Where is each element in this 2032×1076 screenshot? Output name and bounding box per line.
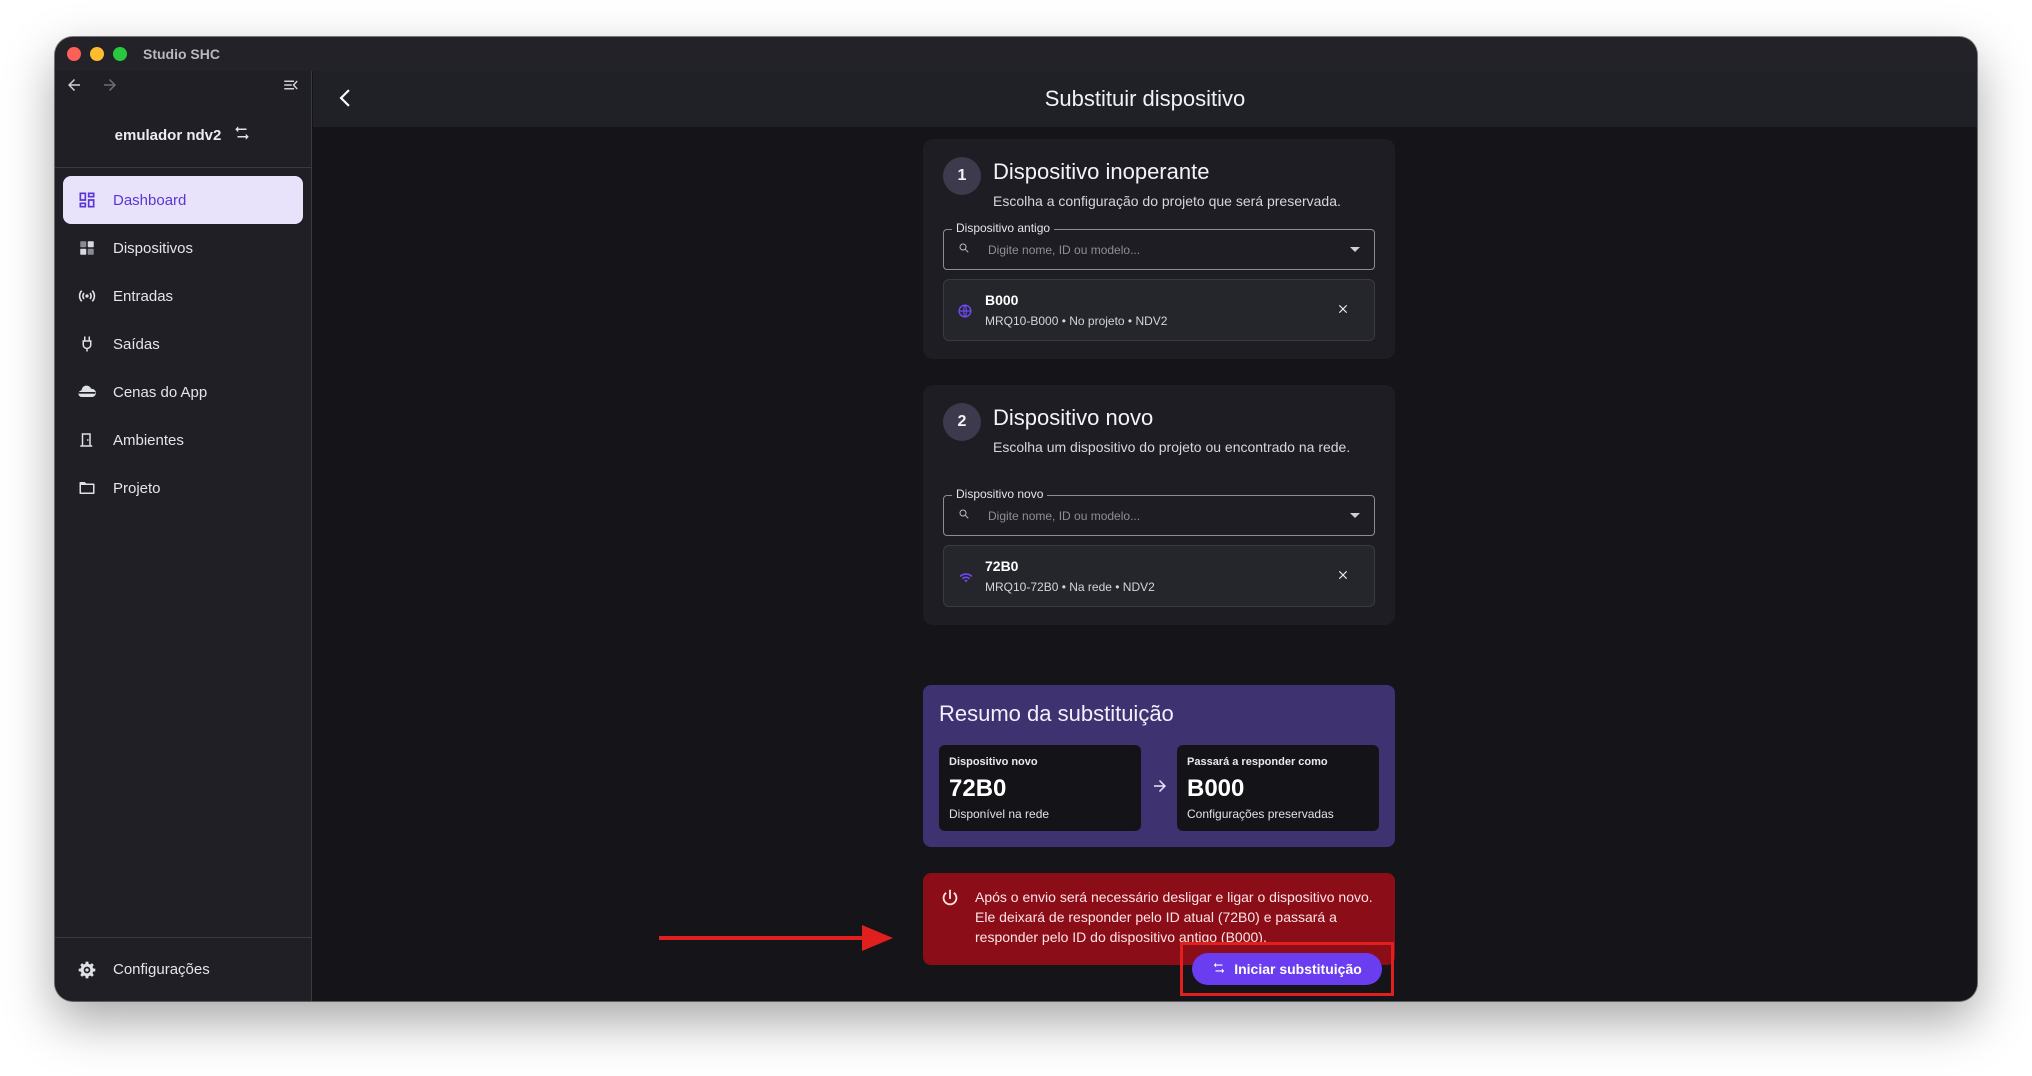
sidebar: emulador ndv2 Dashboard Dispositivos Ent… bbox=[55, 71, 312, 1001]
new-device-card: 2 Dispositivo novo Escolha um dispositiv… bbox=[923, 385, 1395, 625]
forward-arrow-icon[interactable] bbox=[101, 76, 119, 100]
search-icon bbox=[958, 508, 976, 523]
page-header: Substituir dispositivo bbox=[313, 71, 1977, 127]
button-label: Iniciar substituição bbox=[1234, 961, 1362, 977]
dropdown-caret-icon[interactable] bbox=[1350, 513, 1360, 518]
device-name: B000 bbox=[985, 292, 1019, 308]
step-number-badge: 1 bbox=[943, 157, 981, 195]
new-device-search-field[interactable]: Dispositivo novo Digite nome, ID ou mode… bbox=[943, 487, 1375, 536]
sidebar-item-label: Dashboard bbox=[113, 191, 187, 209]
card-subtitle: Escolha um dispositivo do projeto ou enc… bbox=[993, 439, 1351, 455]
power-icon bbox=[939, 887, 961, 914]
sidebar-item-dashboard[interactable]: Dashboard bbox=[63, 176, 303, 224]
project-name: emulador ndv2 bbox=[114, 127, 222, 144]
app-window: Studio SHC emulador ndv2 Dashboard Dispo… bbox=[55, 37, 1977, 1001]
dropdown-caret-icon[interactable] bbox=[1350, 247, 1360, 252]
power-plug-icon bbox=[77, 334, 97, 354]
dashboard-icon bbox=[77, 190, 97, 210]
sidebar-item-label: Cenas do App bbox=[113, 383, 208, 401]
sidebar-item-ambientes[interactable]: Ambientes bbox=[63, 416, 303, 464]
device-meta: MRQ10-B000 • No projeto • NDV2 bbox=[985, 314, 1168, 328]
sidebar-item-label: Entradas bbox=[113, 287, 174, 305]
search-placeholder: Digite nome, ID ou modelo... bbox=[988, 242, 1141, 257]
collapse-sidebar-icon[interactable] bbox=[281, 76, 301, 99]
swap-icon bbox=[1212, 961, 1226, 978]
summary-new-device: Dispositivo novo 72B0 Disponível na rede bbox=[939, 745, 1141, 831]
sidebar-menu: Dashboard Dispositivos Entradas Saídas C… bbox=[55, 168, 311, 512]
sidebar-item-label: Saídas bbox=[113, 335, 160, 353]
device-name: 72B0 bbox=[985, 558, 1019, 574]
start-replacement-button[interactable]: Iniciar substituição bbox=[1192, 953, 1382, 985]
summary-note: Configurações preservadas bbox=[1187, 807, 1334, 821]
search-icon bbox=[958, 242, 976, 257]
device-meta: MRQ10-72B0 • Na rede • NDV2 bbox=[985, 580, 1155, 594]
selected-new-device: 72B0 MRQ10-72B0 • Na rede • NDV2 bbox=[943, 545, 1375, 607]
page-title: Substituir dispositivo bbox=[1044, 86, 1246, 111]
maximize-window-button[interactable] bbox=[113, 47, 127, 61]
clear-selection-button[interactable] bbox=[1336, 566, 1350, 587]
network-device-icon bbox=[958, 570, 973, 584]
window-controls bbox=[67, 47, 127, 61]
sidebar-item-dispositivos[interactable]: Dispositivos bbox=[63, 224, 303, 272]
app-title: Studio SHC bbox=[143, 46, 220, 62]
sidebar-item-label: Ambientes bbox=[113, 431, 184, 449]
selected-old-device: B000 MRQ10-B000 • No projeto • NDV2 bbox=[943, 279, 1375, 341]
old-device-search-field[interactable]: Dispositivo antigo Digite nome, ID ou mo… bbox=[943, 221, 1375, 270]
gear-icon bbox=[77, 960, 97, 980]
sidebar-item-cenas-do-app[interactable]: Cenas do App bbox=[63, 368, 303, 416]
step-number-badge: 2 bbox=[943, 403, 981, 441]
sidebar-item-label: Configurações bbox=[113, 961, 210, 978]
sidebar-nav-bar bbox=[55, 71, 311, 104]
field-label: Dispositivo antigo bbox=[952, 221, 1055, 235]
main-content: Substituir dispositivo 1 Dispositivo ino… bbox=[313, 71, 1977, 1001]
summary-title: Resumo da substituição bbox=[939, 701, 1174, 726]
devices-icon bbox=[77, 238, 97, 258]
clear-selection-button[interactable] bbox=[1336, 300, 1350, 321]
summary-respond-as: Passará a responder como B000 Configuraç… bbox=[1177, 745, 1379, 831]
summary-label: Passará a responder como bbox=[1187, 756, 1328, 768]
warning-text: Após o envio será necessário desligar e … bbox=[975, 889, 1373, 945]
summary-label: Dispositivo novo bbox=[949, 756, 1038, 768]
project-switcher[interactable]: emulador ndv2 bbox=[55, 104, 311, 168]
card-title: Dispositivo inoperante bbox=[993, 159, 1210, 184]
close-window-button[interactable] bbox=[67, 47, 81, 61]
cloud-icon bbox=[77, 382, 97, 402]
search-placeholder: Digite nome, ID ou modelo... bbox=[988, 508, 1141, 523]
old-device-card: 1 Dispositivo inoperante Escolha a confi… bbox=[923, 139, 1395, 359]
back-arrow-icon[interactable] bbox=[65, 76, 83, 100]
replacement-summary: Resumo da substituição Dispositivo novo … bbox=[923, 685, 1395, 847]
sidebar-item-projeto[interactable]: Projeto bbox=[63, 464, 303, 512]
card-subtitle: Escolha a configuração do projeto que se… bbox=[993, 193, 1341, 209]
card-title: Dispositivo novo bbox=[993, 405, 1154, 430]
title-bar: Studio SHC bbox=[55, 37, 1977, 71]
sidebar-item-label: Projeto bbox=[113, 479, 161, 497]
swap-project-icon[interactable] bbox=[233, 124, 251, 147]
back-button[interactable] bbox=[333, 85, 359, 116]
summary-value: B000 bbox=[1187, 775, 1245, 802]
summary-note: Disponível na rede bbox=[949, 807, 1050, 821]
annotation-arrow bbox=[659, 925, 893, 951]
summary-value: 72B0 bbox=[949, 775, 1007, 802]
minimize-window-button[interactable] bbox=[90, 47, 104, 61]
sidebar-item-saidas[interactable]: Saídas bbox=[63, 320, 303, 368]
sidebar-item-label: Dispositivos bbox=[113, 239, 194, 257]
door-icon bbox=[77, 430, 97, 450]
project-device-icon bbox=[958, 304, 972, 318]
arrow-right-icon bbox=[1151, 777, 1169, 800]
sidebar-item-configuracoes[interactable]: Configurações bbox=[55, 937, 311, 1001]
sidebar-item-entradas[interactable]: Entradas bbox=[63, 272, 303, 320]
field-label: Dispositivo novo bbox=[952, 487, 1048, 501]
wifi-tethering-icon bbox=[77, 286, 97, 306]
folder-icon bbox=[77, 478, 97, 498]
